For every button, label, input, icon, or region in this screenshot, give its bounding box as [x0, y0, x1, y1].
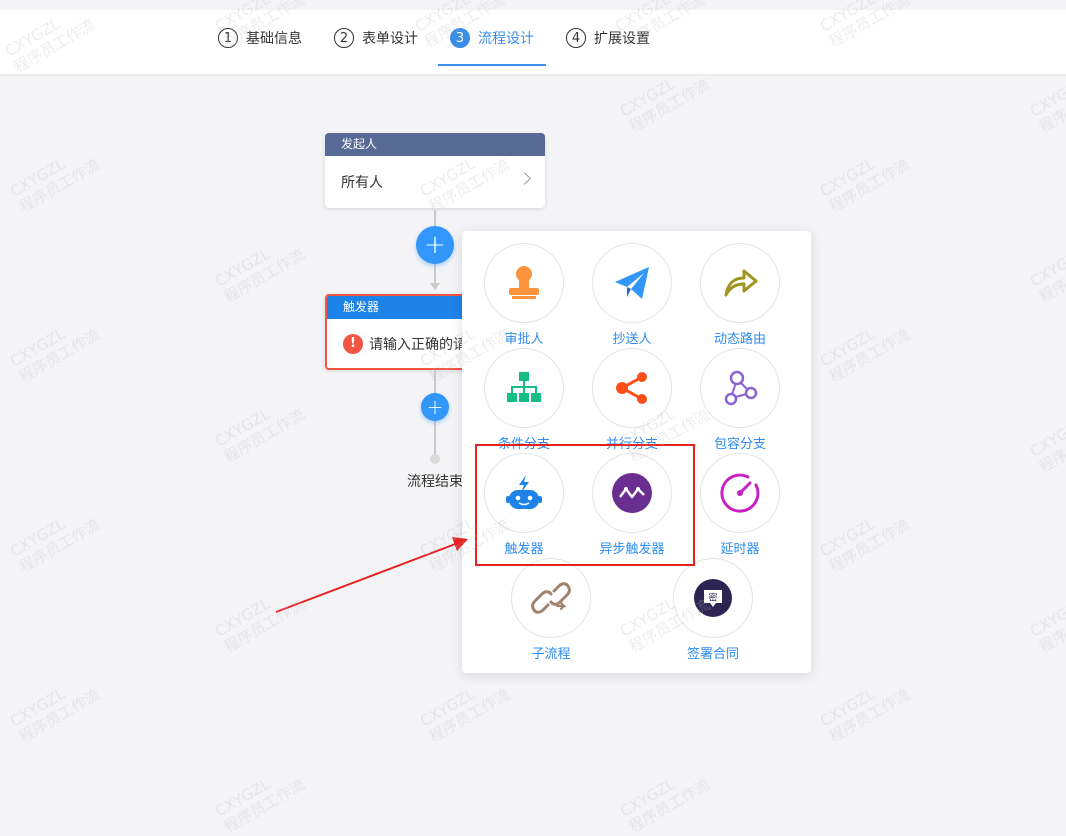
- approver-circle: [484, 243, 564, 323]
- plus-icon: +: [426, 395, 444, 419]
- share-nodes-icon: [616, 372, 647, 404]
- error-icon: !: [343, 333, 363, 354]
- menu-label: 子流程: [531, 647, 571, 662]
- graph-nodes-icon: [724, 370, 758, 406]
- step-form-design[interactable]: 2 表单设计: [332, 10, 420, 66]
- starter-node[interactable]: 发起人 所有人: [325, 133, 545, 208]
- menu-inclusive-branch[interactable]: 包容分支: [690, 348, 790, 452]
- step-label: 基础信息: [246, 31, 302, 47]
- menu-sign-contract[interactable]: 密 签署合同: [663, 558, 763, 662]
- step-number: 3: [450, 28, 470, 48]
- sign-contract-circle: 密: [673, 558, 753, 638]
- process-canvas: 发起人 所有人 + 触发器 ! 请输入正确的请 + 流程结束 审批人 抄送人 动…: [0, 74, 1066, 809]
- step-process-design[interactable]: 3 流程设计: [438, 10, 546, 66]
- menu-parallel-branch[interactable]: 并行分支: [582, 348, 682, 452]
- arrow-down-icon: [430, 283, 440, 290]
- starter-node-body: 所有人: [325, 156, 545, 208]
- condition-branch-circle: [484, 348, 564, 428]
- step-label: 流程设计: [478, 31, 534, 47]
- share-arrow-icon: [724, 269, 758, 297]
- link-icon: [531, 582, 571, 614]
- step-extended-settings[interactable]: 4 扩展设置: [564, 10, 652, 66]
- steps-header: 1 基础信息 2 表单设计 3 流程设计 4 扩展设置: [0, 10, 1066, 74]
- menu-approver[interactable]: 审批人: [474, 243, 574, 347]
- menu-label: 审批人: [504, 332, 544, 347]
- menu-condition-branch[interactable]: 条件分支: [474, 348, 574, 452]
- inclusive-branch-circle: [700, 348, 780, 428]
- sign-contract-badge: 密: [708, 592, 717, 604]
- paper-plane-icon: [615, 267, 649, 299]
- top-strip: [0, 0, 1066, 10]
- menu-dynamic-route[interactable]: 动态路由: [690, 243, 790, 347]
- menu-delay[interactable]: 延时器: [690, 453, 790, 557]
- stamp-icon: [509, 266, 539, 299]
- highlight-box: [475, 444, 695, 566]
- menu-label: 动态路由: [713, 332, 766, 347]
- step-number: 4: [566, 28, 586, 48]
- org-chart-icon: [507, 372, 541, 402]
- add-node-button-2[interactable]: +: [421, 393, 449, 421]
- add-node-button[interactable]: +: [416, 226, 454, 264]
- menu-subprocess[interactable]: 子流程: [501, 558, 601, 662]
- gauge-icon: [720, 473, 760, 513]
- dynamic-route-circle: [700, 243, 780, 323]
- step-number: 1: [218, 28, 238, 48]
- flow-end-label: 流程结束: [407, 474, 463, 490]
- menu-cc[interactable]: 抄送人: [582, 243, 682, 347]
- cc-circle: [592, 243, 672, 323]
- menu-label: 抄送人: [612, 332, 652, 347]
- subprocess-circle: [511, 558, 591, 638]
- starter-node-title: 发起人: [325, 133, 545, 156]
- menu-label: 延时器: [720, 542, 760, 557]
- step-label: 扩展设置: [594, 31, 650, 47]
- step-basic-info[interactable]: 1 基础信息: [216, 10, 304, 66]
- step-number: 2: [334, 28, 354, 48]
- menu-label: 包容分支: [713, 437, 766, 452]
- secret-message-icon: 密: [694, 579, 732, 617]
- steps-nav: 1 基础信息 2 表单设计 3 流程设计 4 扩展设置: [216, 10, 680, 70]
- plus-icon: +: [424, 230, 446, 260]
- delay-circle: [700, 453, 780, 533]
- end-dot: [430, 454, 440, 464]
- menu-label: 签署合同: [686, 647, 739, 662]
- starter-node-content: 所有人: [341, 175, 383, 191]
- parallel-branch-circle: [592, 348, 672, 428]
- trigger-node-content: 请输入正确的请: [369, 336, 467, 353]
- chevron-right-icon: [518, 172, 531, 185]
- step-label: 表单设计: [362, 31, 418, 47]
